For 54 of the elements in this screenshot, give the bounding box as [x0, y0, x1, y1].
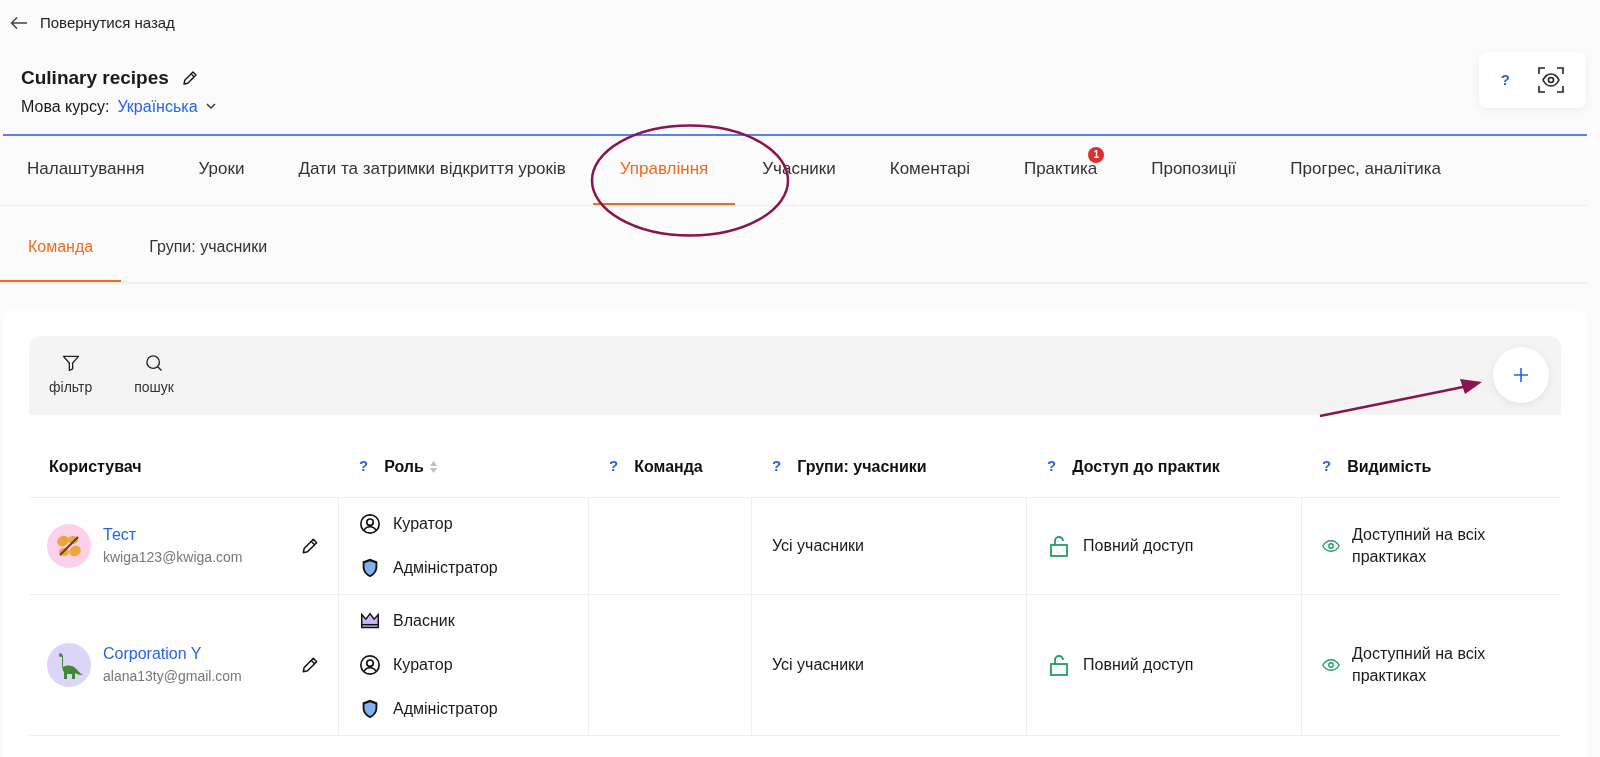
column-header[interactable]: Групи: учасники — [797, 454, 927, 479]
sort-icon — [429, 460, 437, 473]
visibility-text: Доступний на всіх практиках — [1352, 643, 1487, 686]
back-arrow-icon[interactable] — [10, 16, 28, 30]
role-label: Куратор — [393, 513, 453, 534]
tab[interactable]: Налаштування — [0, 135, 172, 205]
column-header[interactable]: Видимість — [1347, 454, 1432, 479]
role-label: Власник — [393, 610, 455, 631]
column-header[interactable]: Команда — [634, 454, 703, 479]
subtab[interactable]: Групи: учасники — [121, 213, 296, 282]
column-header[interactable]: Доступ до практик — [1072, 454, 1220, 479]
language-label: Мова курсу: — [21, 96, 110, 117]
unlock-icon — [1049, 534, 1069, 557]
dinosaur-avatar — [47, 642, 91, 687]
plus-icon — [1513, 367, 1529, 383]
user-circle-icon — [359, 512, 381, 535]
pencil-icon[interactable] — [180, 69, 199, 88]
tab[interactable]: Коментарі — [862, 135, 997, 205]
help-button[interactable]: ? — [1500, 68, 1510, 92]
search-button[interactable]: пошук — [134, 352, 174, 398]
help-mark[interactable]: ? — [1047, 455, 1057, 478]
tab[interactable]: Прогрес, аналітика — [1263, 135, 1469, 205]
tab[interactable]: Практика 1 — [996, 135, 1125, 205]
filter-button[interactable]: фільтр — [49, 352, 93, 398]
user-name-link[interactable]: Тест — [103, 523, 288, 547]
user-name-link[interactable]: Corporation Y — [103, 642, 288, 666]
course-title: Culinary recipes — [21, 66, 169, 90]
tab[interactable]: Уроки — [171, 135, 272, 205]
help-mark[interactable]: ? — [1322, 455, 1332, 478]
role-label: Адміністратор — [393, 557, 498, 578]
user-circle-icon — [359, 653, 381, 676]
visibility-text: Доступний на всіх практиках — [1352, 524, 1487, 567]
user-email: kwiga123@kwiga.com — [103, 548, 244, 567]
back-link[interactable]: Повернутися назад — [40, 11, 175, 35]
tab[interactable]: Пропозиції — [1124, 135, 1264, 205]
unlock-icon — [1049, 653, 1069, 676]
access-text: Повний доступ — [1083, 535, 1194, 556]
help-mark[interactable]: ? — [359, 455, 369, 478]
access-text: Повний доступ — [1083, 654, 1194, 675]
tab[interactable]: Дати та затримки відкриття уроків — [271, 135, 593, 205]
preview-eye-icon[interactable] — [1538, 67, 1564, 93]
user-email: alana13ty@gmail.com — [103, 667, 243, 686]
language-dropdown[interactable]: Українська — [117, 94, 216, 119]
butterfly-avatar — [47, 523, 91, 568]
role-label: Адміністратор — [393, 698, 498, 719]
help-mark[interactable]: ? — [609, 455, 619, 478]
help-mark[interactable]: ? — [772, 455, 782, 478]
role-label: Куратор — [393, 654, 453, 675]
column-header[interactable]: Роль — [384, 454, 437, 479]
groups-text: Усі учасники — [772, 535, 865, 556]
chevron-down-icon — [205, 103, 216, 110]
groups-text: Усі учасники — [772, 654, 865, 675]
notification-badge: 1 — [1088, 146, 1105, 163]
column-header[interactable]: Користувач — [49, 454, 142, 479]
